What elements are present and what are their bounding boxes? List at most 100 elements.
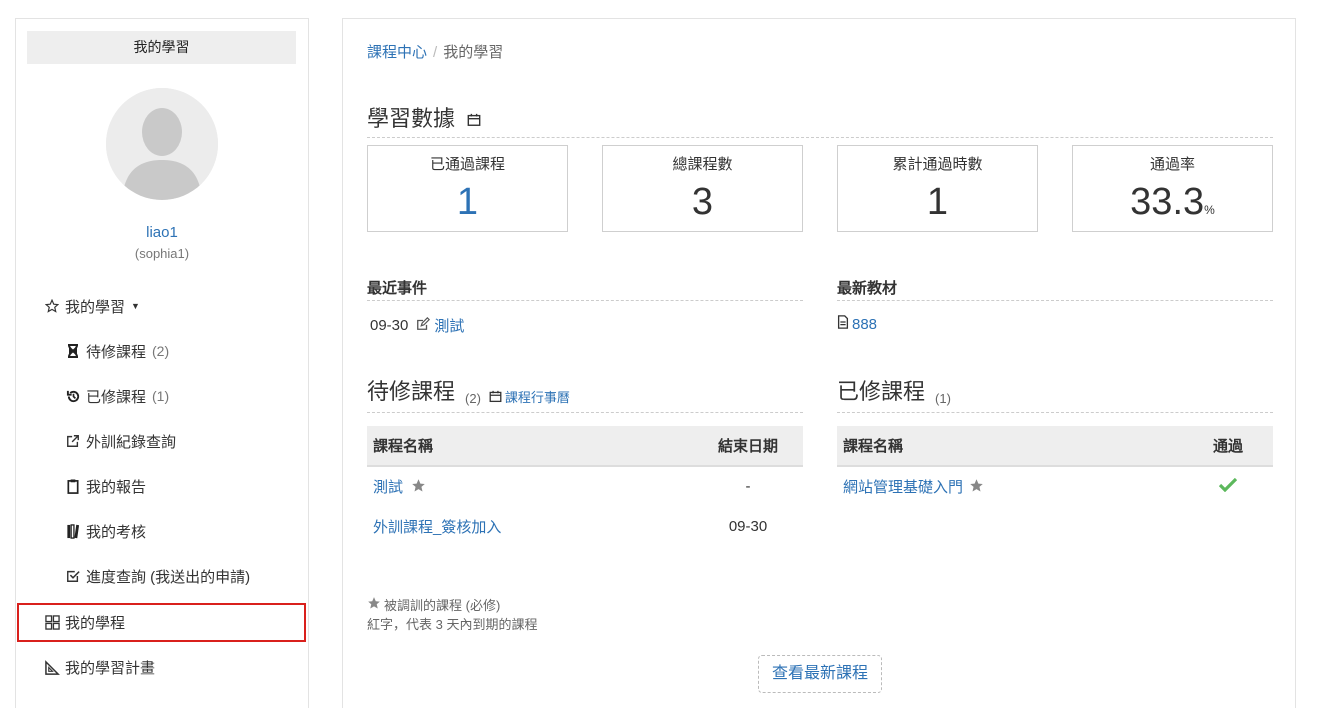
sidebar-item-progress[interactable]: 進度查詢 (我送出的申請): [16, 556, 308, 596]
sidebar-item-completed[interactable]: 已修課程 (1): [16, 376, 308, 416]
calendar-icon: [489, 390, 502, 403]
sidebar-header: 我的學習: [27, 31, 296, 64]
caret-down-icon: ▼: [131, 301, 140, 311]
document-icon: [837, 315, 849, 333]
completed-courses-header: 已修課程 (1): [837, 377, 1273, 413]
sidebar-item-my-assessments[interactable]: 我的考核: [16, 511, 308, 551]
sidebar-item-external-records[interactable]: 外訓紀錄查詢: [16, 421, 308, 461]
stat-value: 1: [456, 181, 479, 223]
books-icon: [64, 522, 82, 540]
recent-events-title: 最近事件: [367, 277, 803, 301]
stat-value-wrap: 33.3%: [1073, 182, 1272, 230]
table-row: 網站管理基礎入門: [837, 466, 1273, 506]
pending-count: (2): [465, 391, 481, 406]
calendar-link-label: 課程行事曆: [504, 390, 570, 405]
sidebar-item-label: 我的學程: [65, 615, 126, 632]
sidebar-item-count: (2): [152, 343, 170, 359]
stats-title: 學習數據: [367, 106, 456, 131]
user-account: (sophia1): [134, 246, 190, 261]
passed-cell: [1183, 466, 1273, 506]
end-date-cell: -: [745, 478, 751, 495]
stat-value: 33.3: [1130, 181, 1205, 223]
triangle-ruler-icon: [43, 658, 61, 676]
course-link[interactable]: 測試: [373, 479, 403, 496]
calendar-icon: [467, 107, 481, 132]
sidebar-item-my-learning[interactable]: 我的學習 ▼: [16, 286, 308, 326]
avatar: [106, 88, 218, 200]
edit-icon: [416, 316, 431, 335]
course-calendar-link[interactable]: 課程行事曆: [489, 387, 570, 406]
breadcrumb-home-link[interactable]: 課程中心: [367, 44, 427, 61]
star-icon: [411, 479, 426, 497]
note-red-text: 紅字，代表 3 天內到期的課程: [367, 617, 538, 632]
clipboard-icon: [64, 477, 82, 495]
sidebar-item-my-reports[interactable]: 我的報告: [16, 466, 308, 506]
sidebar-item-label: 外訓紀錄查詢: [86, 433, 177, 451]
sidebar: 我的學習 liao1 (sophia1) 我的學習 ▼ 待修課程 (2) 已修課…: [15, 18, 309, 708]
history-icon: [64, 387, 82, 405]
sidebar-item-label: 我的報告: [86, 478, 147, 496]
sidebar-item-label: 待修課程: [86, 343, 147, 361]
sidebar-item-label: 我的考核: [86, 523, 147, 541]
star-icon: [367, 596, 381, 613]
grid-icon: [43, 614, 61, 632]
sidebar-item-pending[interactable]: 待修課程 (2): [16, 331, 308, 371]
sidebar-item-count: (1): [152, 388, 170, 404]
stat-label: 累計通過時數: [892, 156, 983, 173]
event-date: 09-30: [370, 317, 409, 334]
table-row: 外訓課程_簽核加入 09-30: [367, 506, 803, 546]
material-link[interactable]: 888: [852, 316, 877, 333]
pending-courses-header: 待修課程 (2) 課程行事曆: [367, 377, 803, 413]
column-header-end-date[interactable]: 結束日期: [693, 426, 803, 467]
stat-label: 已通過課程: [429, 156, 505, 173]
stat-label: 總課程數: [672, 156, 733, 173]
note-required: 被調訓的課程 (必修): [367, 595, 500, 614]
external-link-icon: [64, 432, 82, 450]
completed-count: (1): [935, 391, 951, 406]
sidebar-item-my-programs[interactable]: 我的學程: [17, 603, 306, 642]
hourglass-icon: [64, 342, 82, 360]
course-link[interactable]: 網站管理基礎入門: [843, 479, 963, 496]
stat-box-passed: 已通過課程 1: [367, 145, 568, 232]
course-cell: 測試: [367, 466, 693, 506]
checkbox-icon: [64, 567, 82, 585]
completed-courses-table: 課程名稱 通過 網站管理基礎入門: [837, 426, 1273, 506]
sidebar-item-learning-plan[interactable]: 我的學習計畫: [16, 647, 308, 687]
sidebar-item-label: 我的學習計畫: [65, 659, 156, 677]
latest-material-row: 888: [837, 315, 877, 333]
star-icon: [969, 479, 984, 497]
sidebar-item-label: 進度查詢 (我送出的申請): [86, 568, 251, 586]
end-date-cell: 09-30: [728, 517, 768, 535]
course-cell: 外訓課程_簽核加入: [367, 506, 693, 546]
stat-box-total: 總課程數 3: [602, 145, 803, 232]
stat-unit: %: [1204, 203, 1215, 217]
breadcrumb-current: 我的學習: [443, 44, 504, 61]
table-header-row: 課程名稱 結束日期: [367, 426, 803, 467]
stats-section-title: 學習數據: [367, 101, 1273, 138]
avatar-placeholder-icon: [106, 88, 218, 200]
completed-title: 已修課程: [837, 379, 926, 404]
main-panel: 課程中心 / 我的學習 學習數據 已通過課程 1 總課程數 3 累計通過時數 1 通…: [342, 18, 1296, 708]
event-link[interactable]: 測試: [434, 315, 464, 336]
checkmark-icon: [1218, 477, 1238, 496]
stat-box-pass-rate: 通過率 33.3%: [1072, 145, 1273, 232]
breadcrumb-separator: /: [433, 44, 438, 61]
course-cell: 網站管理基礎入門: [837, 466, 1183, 506]
stat-value: 3: [691, 181, 714, 223]
column-header-course-name[interactable]: 課程名稱: [367, 426, 693, 467]
pending-courses-table: 課程名稱 結束日期 測試 - 外訓課程_簽核加入 09-30: [367, 426, 803, 546]
latest-material-title: 最新教材: [837, 277, 1273, 301]
column-header-course-name[interactable]: 課程名稱: [837, 426, 1183, 467]
note-required-text: 被調訓的課程 (必修): [384, 598, 501, 613]
user-name-link[interactable]: liao1: [16, 224, 308, 241]
column-header-passed[interactable]: 通過: [1183, 426, 1273, 467]
sidebar-item-label: 已修課程: [86, 388, 147, 406]
star-outline-icon: [43, 297, 61, 315]
stat-box-hours: 累計通過時數 1: [837, 145, 1038, 232]
view-latest-courses-button[interactable]: 查看最新課程: [758, 655, 882, 693]
course-link[interactable]: 外訓課程_簽核加入: [373, 519, 501, 536]
breadcrumb: 課程中心 / 我的學習: [367, 41, 503, 62]
stat-value: 1: [926, 181, 949, 223]
table-row: 測試 -: [367, 466, 803, 506]
pending-title: 待修課程: [367, 379, 456, 404]
